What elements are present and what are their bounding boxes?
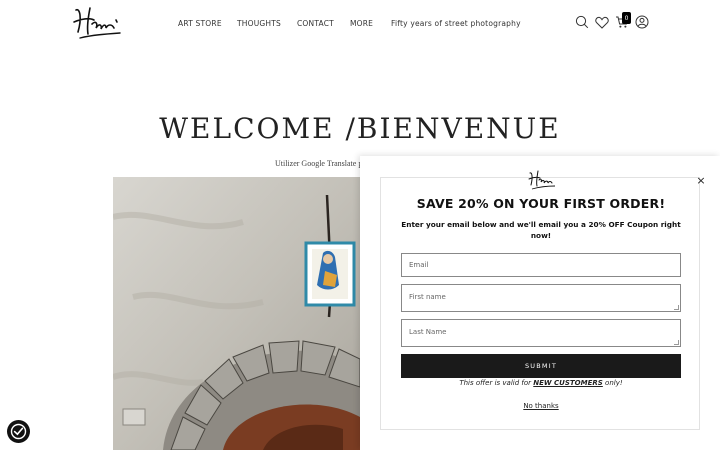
email-field[interactable]: Email — [401, 253, 681, 277]
check-gauge-icon — [10, 423, 27, 440]
site-logo[interactable] — [70, 4, 122, 42]
discount-popup: × SAVE 20% ON YOUR FIRST ORDER! Enter yo… — [380, 170, 706, 430]
resize-handle-icon[interactable] — [674, 305, 679, 310]
close-popup-button[interactable]: × — [695, 175, 707, 187]
cart-count-badge: 0 — [622, 12, 631, 24]
translate-note: Utilizer Google Translate p — [275, 159, 363, 168]
hero-photo — [113, 177, 360, 450]
offer-prefix: This offer is valid for — [459, 379, 534, 387]
nav-art-store[interactable]: ART STORE — [178, 19, 222, 28]
offer-note: This offer is valid for NEW CUSTOMERS on… — [381, 379, 701, 387]
header-icons: 0 — [574, 12, 654, 34]
no-thanks-link[interactable]: No thanks — [381, 402, 701, 410]
resize-handle-icon[interactable] — [674, 340, 679, 345]
first-name-placeholder: First name — [409, 293, 446, 301]
page-title: WELCOME /BIENVENUE — [159, 112, 561, 145]
last-name-placeholder: Last Name — [409, 328, 447, 336]
nav-contact[interactable]: CONTACT — [297, 19, 334, 28]
site-header: ART STORE THOUGHTS CONTACT MORE Fifty ye… — [0, 0, 720, 48]
last-name-field[interactable]: Last Name — [401, 319, 681, 347]
submit-button[interactable]: SUBMIT — [401, 354, 681, 378]
popup-logo — [528, 170, 556, 190]
nav-more[interactable]: MORE — [350, 19, 373, 28]
heart-icon[interactable] — [594, 14, 610, 30]
email-placeholder: Email — [409, 261, 429, 269]
popup-title: SAVE 20% ON YOUR FIRST ORDER! — [416, 196, 666, 211]
accessibility-badge[interactable] — [7, 420, 30, 443]
user-icon[interactable] — [634, 14, 650, 30]
popup-subtitle: Enter your email below and we'll email y… — [401, 220, 681, 240]
offer-new-customers-link[interactable]: NEW CUSTOMERS — [533, 379, 603, 387]
nav-fifty-years[interactable]: Fifty years of street photography — [391, 19, 521, 28]
first-name-field[interactable]: First name — [401, 284, 681, 312]
offer-suffix: only! — [602, 379, 623, 387]
search-icon[interactable] — [574, 14, 590, 30]
nav-thoughts[interactable]: THOUGHTS — [237, 19, 281, 28]
